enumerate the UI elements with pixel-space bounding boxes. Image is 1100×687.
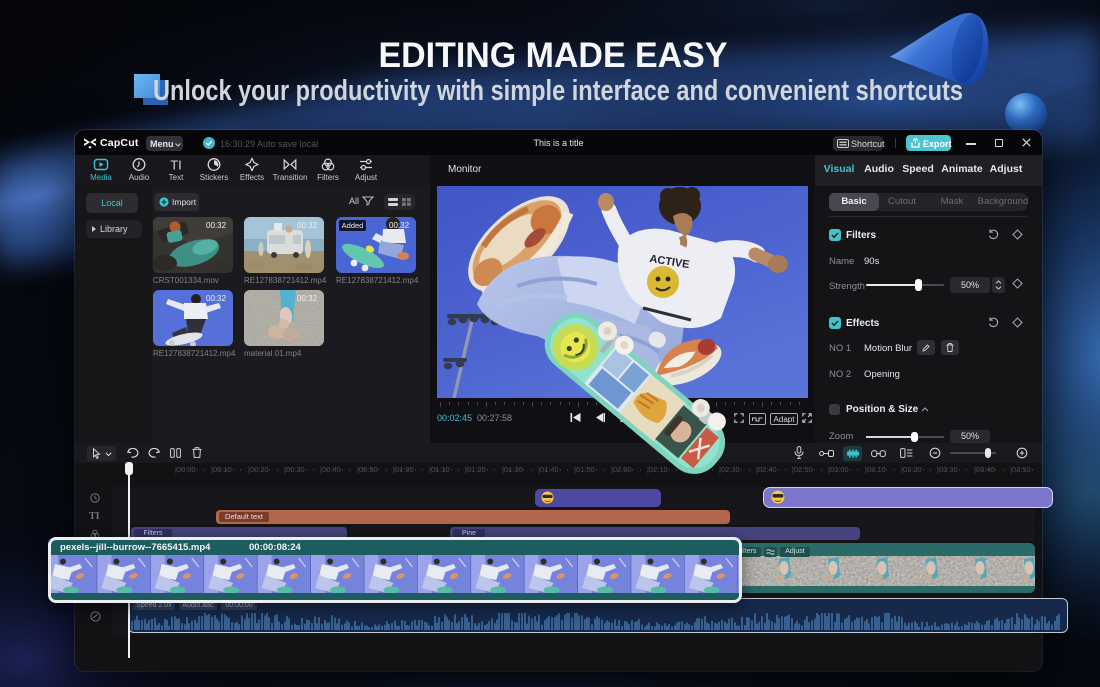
svg-text:TI: TI bbox=[170, 158, 182, 173]
